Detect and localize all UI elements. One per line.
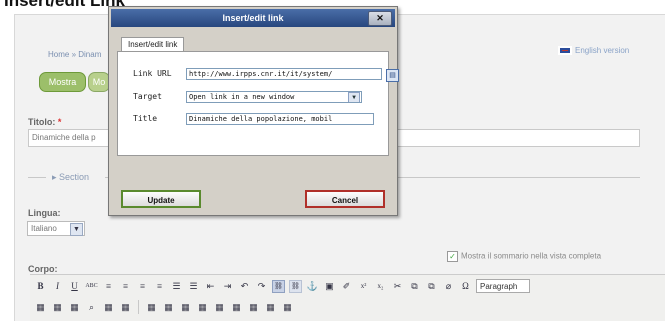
paste-text-icon[interactable]: ▦ [34, 301, 47, 314]
section-divider-right [395, 177, 640, 178]
rich-text-toolbar: B I U ABC ≡ ≡ ≡ ≡ ☰ ☰ ⇤ ⇥ ↶ ↷ ⛓ ⛓ ⚓ ▣ ✐ … [30, 274, 665, 321]
strikethrough-icon[interactable]: ABC [85, 280, 98, 293]
second-green-button[interactable]: Mo [88, 72, 110, 92]
superscript-icon[interactable]: x² [357, 280, 370, 293]
toolbar-row-2: ▦ ▦ ▦ ⌕ ▦ ▦ ▦ ▦ ▦ ▦ ▦ ▦ ▦ ▦ ▦ [34, 298, 294, 316]
image-icon[interactable]: ▣ [323, 280, 336, 293]
update-button[interactable]: Update [121, 190, 201, 208]
lingua-select-value: Italiano [31, 224, 57, 233]
title-input[interactable]: Dinamiche della popolazione, mobil [186, 113, 374, 125]
select-all-icon[interactable]: ▦ [68, 301, 81, 314]
paste-word-icon[interactable]: ▦ [51, 301, 64, 314]
indent-icon[interactable]: ⇥ [221, 280, 234, 293]
merge-cell-icon[interactable]: ▦ [281, 301, 294, 314]
sommario-label: Mostra il sommario nella vista completa [461, 251, 602, 261]
insert-col-icon[interactable]: ▦ [230, 301, 243, 314]
toolbar-separator [138, 300, 139, 314]
cancel-button[interactable]: Cancel [305, 190, 385, 208]
remove-format-icon[interactable]: ⌀ [442, 280, 455, 293]
bullet-list-icon[interactable]: ☰ [170, 280, 183, 293]
browse-icon[interactable]: ▤ [386, 69, 399, 82]
replace-icon[interactable]: ▦ [102, 301, 115, 314]
format-select[interactable]: Paragraph [476, 279, 530, 293]
close-button[interactable]: ✕ [368, 11, 392, 26]
find-icon[interactable]: ⌕ [85, 301, 98, 314]
chevron-down-icon: ▼ [348, 92, 360, 102]
insert-row-icon[interactable]: ▦ [196, 301, 209, 314]
target-select-value: Open link in a new window [189, 93, 295, 101]
align-left-icon[interactable]: ≡ [102, 280, 115, 293]
lingua-label: Lingua: [28, 208, 61, 218]
uk-flag-icon [558, 46, 572, 56]
subscript-icon[interactable]: x₂ [374, 280, 387, 293]
english-version-label: English version [575, 46, 630, 55]
link-url-input[interactable]: http://www.irpps.cnr.it/it/system/ [186, 68, 382, 80]
split-cell-icon[interactable]: ▦ [264, 301, 277, 314]
titolo-label-text: Titolo: [28, 117, 56, 127]
insert-edit-link-dialog: Insert/edit link ✕ Insert/edit link Link… [108, 6, 399, 216]
delete-row-icon[interactable]: ▦ [213, 301, 226, 314]
titolo-label: Titolo: * [28, 117, 61, 127]
align-right-icon[interactable]: ≡ [136, 280, 149, 293]
italic-icon[interactable]: I [51, 280, 64, 293]
corpo-label: Corpo: [28, 264, 58, 274]
tab-insert-edit-link[interactable]: Insert/edit link [121, 37, 185, 52]
link-icon[interactable]: ⛓ [272, 279, 285, 293]
title-label: Title [133, 114, 158, 123]
link-url-label: Link URL [133, 69, 172, 78]
edit-icon[interactable]: ▦ [119, 301, 132, 314]
chevron-down-icon: ▼ [70, 223, 83, 236]
special-char-icon[interactable]: Ω [459, 280, 472, 293]
anchor-icon[interactable]: ⚓ [306, 280, 319, 293]
toolbar-row-1: B I U ABC ≡ ≡ ≡ ≡ ☰ ☰ ⇤ ⇥ ↶ ↷ ⛓ ⛓ ⚓ ▣ ✐ … [34, 277, 530, 295]
mostra-button[interactable]: Mostra [39, 72, 86, 92]
table-icon[interactable]: ▦ [145, 301, 158, 314]
english-version-link[interactable]: English version [555, 46, 630, 56]
cut-icon[interactable]: ✂ [391, 280, 404, 293]
page-heading: Insert/edit Link [4, 0, 125, 10]
outdent-icon[interactable]: ⇤ [204, 280, 217, 293]
sommario-checkbox[interactable]: ✓ [447, 251, 458, 262]
lingua-select[interactable]: Italiano ▼ [27, 221, 85, 236]
table-row-icon[interactable]: ▦ [162, 301, 175, 314]
numbered-list-icon[interactable]: ☰ [187, 280, 200, 293]
cleanup-icon[interactable]: ✐ [340, 280, 353, 293]
copy-icon[interactable]: ⧉ [408, 280, 421, 293]
align-center-icon[interactable]: ≡ [119, 280, 132, 293]
dialog-title: Insert/edit link [222, 13, 284, 23]
section-divider-left [28, 177, 46, 178]
bold-icon[interactable]: B [34, 280, 47, 293]
target-label: Target [133, 92, 162, 101]
link-tab-panel [117, 51, 389, 156]
target-select[interactable]: Open link in a new window ▼ [186, 91, 362, 103]
unlink-icon[interactable]: ⛓ [289, 279, 302, 293]
align-justify-icon[interactable]: ≡ [153, 280, 166, 293]
paste-icon[interactable]: ⧉ [425, 280, 438, 293]
section-toggle[interactable]: ▸ Section [52, 172, 89, 183]
sommario-checkbox-row[interactable]: ✓ Mostra il sommario nella vista completa [447, 251, 601, 262]
redo-icon[interactable]: ↷ [255, 280, 268, 293]
required-marker: * [57, 117, 62, 127]
delete-col-icon[interactable]: ▦ [247, 301, 260, 314]
dialog-titlebar[interactable]: Insert/edit link ✕ [111, 9, 395, 27]
undo-icon[interactable]: ↶ [238, 280, 251, 293]
breadcrumb[interactable]: Home » Dinam [48, 50, 101, 59]
table-props-icon[interactable]: ▦ [179, 301, 192, 314]
underline-icon[interactable]: U [68, 280, 81, 293]
